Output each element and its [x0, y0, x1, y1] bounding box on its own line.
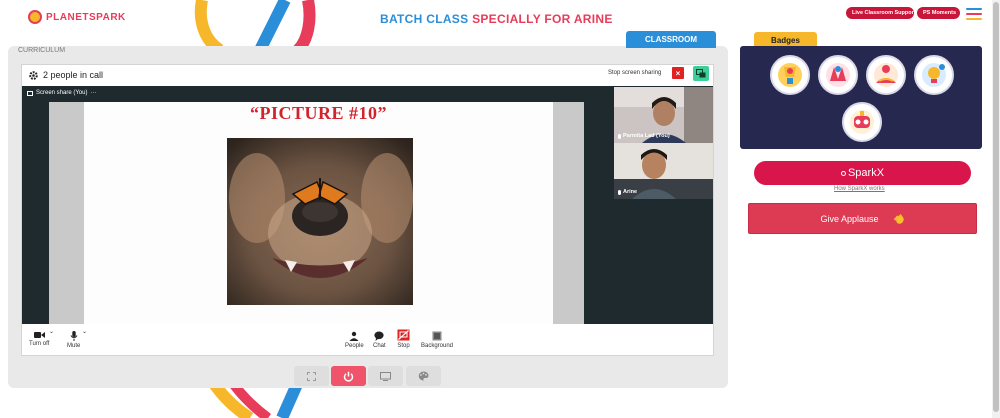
fullscreen-button[interactable] — [294, 366, 329, 386]
stop-sharing-label: Stop screen sharing — [608, 70, 662, 76]
mic-icon — [70, 331, 78, 341]
live-support-label: Live Classroom Support — [852, 10, 916, 16]
screen-share-label: Screen share (You) ··· — [27, 90, 96, 96]
page-scrollbar[interactable] — [992, 0, 1000, 418]
camera-icon — [33, 332, 45, 338]
gear-icon[interactable] — [28, 70, 39, 81]
end-call-button[interactable] — [331, 366, 366, 386]
menu-button[interactable] — [966, 8, 982, 20]
stop-share-toolbar-button[interactable]: Stop — [397, 329, 410, 349]
applause-label: Give Applause — [820, 213, 879, 224]
clap-icon — [893, 213, 904, 224]
how-sparkx-works-link[interactable]: How SparkX works — [834, 186, 885, 192]
present-icon — [380, 371, 391, 381]
palette-icon — [418, 371, 429, 381]
fullscreen-icon — [307, 371, 316, 381]
stop-icon — [397, 329, 410, 341]
mic-toggle-button[interactable]: Mute — [67, 331, 80, 349]
camera-label: Turn off — [29, 341, 50, 347]
tab-classroom[interactable]: CLASSROOM — [626, 31, 716, 48]
page-title-part1: BATCH CLASS — [380, 12, 469, 26]
sparkx-label: SparkX — [847, 167, 885, 179]
logo[interactable]: PLANETSPARK — [28, 10, 126, 24]
camera-toggle-button[interactable]: Turn off — [29, 331, 49, 347]
background-label: Background — [421, 343, 454, 349]
camera-options-caret[interactable]: ⌄ — [49, 328, 54, 335]
call-toolbar — [22, 325, 713, 355]
chat-label: Chat — [373, 343, 386, 349]
sparkx-icon — [840, 170, 846, 176]
present-button[interactable] — [368, 366, 403, 386]
theme-button[interactable] — [406, 366, 441, 386]
page-title: BATCH CLASS SPECIALLY FOR ARINE — [380, 12, 613, 26]
screen-share-icon — [27, 90, 33, 96]
slide-photo — [227, 138, 413, 305]
badge-robot[interactable] — [842, 102, 882, 142]
mic-options-caret[interactable]: ⌄ — [82, 328, 87, 335]
people-icon — [349, 331, 359, 341]
sparkx-button[interactable]: SparkX — [754, 161, 971, 185]
people-label: People — [345, 343, 364, 349]
mic-label: Mute — [67, 343, 81, 349]
switch-icon[interactable] — [693, 66, 709, 81]
people-button[interactable]: People — [345, 331, 364, 349]
badge-idea[interactable] — [914, 55, 954, 95]
curriculum-label[interactable]: CURRICULUM — [18, 47, 65, 54]
logo-icon — [28, 10, 42, 24]
ps-moments-button[interactable]: PS Moments — [917, 7, 960, 19]
participant-label: Parmita Lad (You) — [618, 133, 670, 139]
background-button[interactable]: Background — [421, 331, 453, 349]
mic-icon — [618, 133, 621, 139]
give-applause-button[interactable]: Give Applause — [748, 203, 977, 234]
ps-moments-label: PS Moments — [923, 10, 957, 16]
participant-label: Arine — [618, 189, 637, 195]
stop-label: Stop — [397, 343, 410, 349]
logo-text: PLANETSPARK — [46, 11, 126, 23]
stop-sharing-button[interactable]: × — [672, 67, 684, 79]
mic-icon — [618, 189, 621, 195]
scrollbar-thumb[interactable] — [993, 2, 999, 412]
background-icon — [432, 331, 442, 341]
slide-title: “PICTURE #10” — [249, 103, 387, 123]
power-icon — [343, 371, 354, 382]
live-support-button[interactable]: Live Classroom Support — [846, 7, 916, 19]
chat-button[interactable]: Chat — [373, 331, 386, 349]
badge-hands[interactable] — [818, 55, 858, 95]
badge-trophy[interactable] — [770, 55, 810, 95]
page-title-part2: SPECIALLY FOR ARINE — [472, 12, 613, 26]
screen-share-more-button[interactable]: ··· — [90, 90, 96, 96]
chat-icon — [374, 331, 384, 341]
people-count: 2 people in call — [43, 70, 104, 80]
badge-meditation[interactable] — [866, 55, 906, 95]
background-swoosh-top — [194, 0, 316, 50]
